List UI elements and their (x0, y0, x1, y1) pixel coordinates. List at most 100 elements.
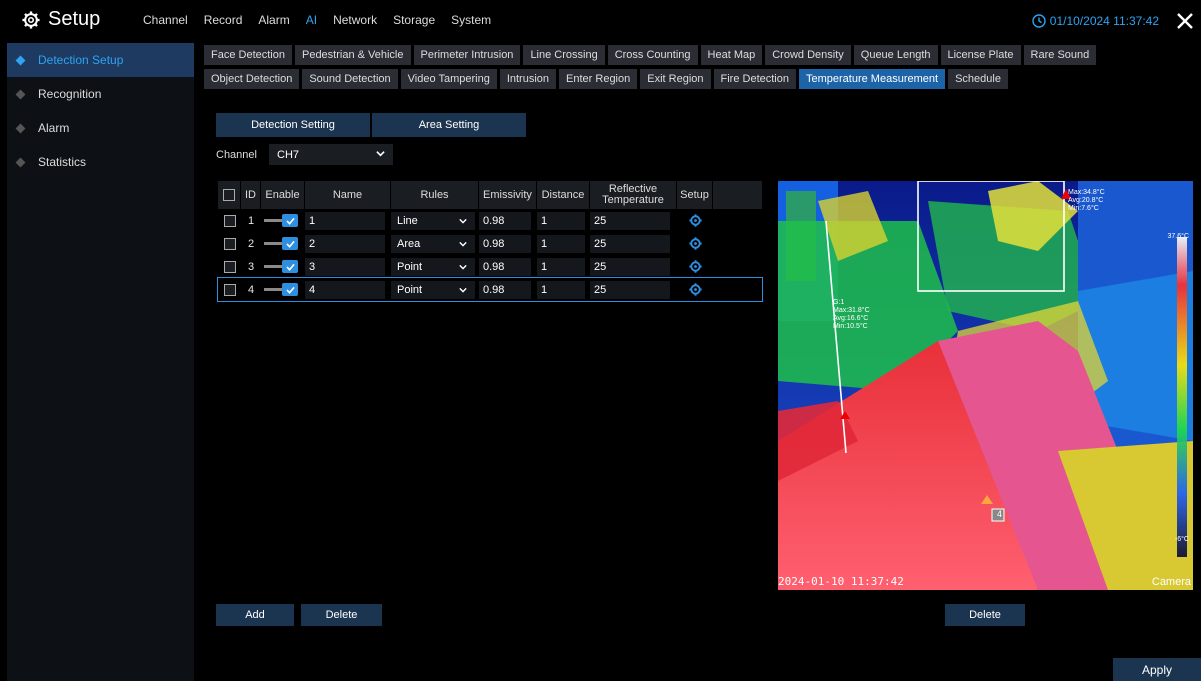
name-input[interactable]: 1 (305, 211, 385, 230)
close-icon[interactable] (1175, 11, 1195, 31)
sidebar-item-alarm[interactable]: Alarm (7, 111, 194, 145)
setup-gear-icon[interactable] (688, 237, 702, 250)
menu-record[interactable]: Record (204, 13, 243, 27)
row-enable (261, 278, 305, 301)
sidebar-item-label: Statistics (38, 155, 87, 169)
setup-gear-icon[interactable] (688, 283, 702, 296)
tab-face-detection[interactable]: Face Detection (204, 45, 292, 65)
rules-select[interactable]: Point (391, 280, 475, 299)
tab-temperature-measurement[interactable]: Temperature Measurement (799, 69, 946, 89)
select-all-checkbox[interactable] (223, 189, 235, 201)
emissivity-input[interactable]: 0.98 (479, 234, 531, 253)
table-row[interactable]: 3 3 Point 0.98 1 25 (218, 255, 762, 278)
tab-queue-length[interactable]: Queue Length (853, 45, 938, 65)
tab-video-tampering[interactable]: Video Tampering (400, 69, 497, 89)
tab-fire-detection[interactable]: Fire Detection (713, 69, 796, 89)
emissivity-input[interactable]: 0.98 (479, 257, 531, 276)
menu-alarm[interactable]: Alarm (258, 13, 289, 27)
row-checkbox[interactable] (223, 283, 236, 296)
reflective-temperature-input[interactable]: 25 (590, 280, 670, 299)
tab-line-crossing[interactable]: Line Crossing (523, 45, 605, 65)
row-checkbox[interactable] (223, 260, 236, 273)
distance-input[interactable]: 1 (537, 257, 585, 276)
check-icon (285, 263, 295, 271)
subtab-area-setting[interactable]: Area Setting (372, 113, 526, 137)
enable-toggle[interactable] (264, 283, 302, 296)
name-input[interactable]: 4 (305, 280, 385, 299)
table-row[interactable]: 4 4 Point 0.98 1 25 (217, 277, 763, 302)
tab-rare-sound[interactable]: Rare Sound (1023, 45, 1097, 65)
rules-select[interactable]: Point (391, 257, 475, 276)
tab-schedule[interactable]: Schedule (948, 69, 1008, 89)
row-setup-cell (677, 209, 713, 232)
delete-button[interactable]: Delete (301, 604, 382, 626)
menu-system[interactable]: System (451, 13, 491, 27)
subtab-detection-setting[interactable]: Detection Setting (216, 113, 370, 137)
name-input[interactable]: 2 (305, 234, 385, 253)
apply-button[interactable]: Apply (1113, 658, 1201, 681)
tab-intrusion[interactable]: Intrusion (499, 69, 557, 89)
rules-value: Area (397, 237, 421, 250)
check-icon (285, 240, 295, 248)
image-delete-button[interactable]: Delete (945, 604, 1025, 626)
row-checkbox[interactable] (223, 214, 236, 227)
emissivity-input[interactable]: 0.98 (479, 211, 531, 230)
reflective-temperature-input[interactable]: 25 (590, 234, 670, 253)
enable-toggle[interactable] (264, 214, 302, 227)
rules-select[interactable]: Area (391, 234, 475, 253)
rules-value: Point (397, 283, 423, 296)
check-icon (285, 217, 295, 225)
area-avg: Avg:20.8°C (1068, 197, 1104, 204)
name-input[interactable]: 3 (305, 257, 385, 276)
channel-select[interactable]: CH7 (269, 144, 393, 165)
distance-input[interactable]: 1 (537, 280, 585, 299)
table-row[interactable]: 2 2 Area 0.98 1 25 (218, 232, 762, 255)
reflective-temperature-input[interactable]: 25 (590, 257, 670, 276)
tab-exit-region[interactable]: Exit Region (640, 69, 711, 89)
emissivity-input[interactable]: 0.98 (479, 280, 531, 299)
tab-enter-region[interactable]: Enter Region (559, 69, 638, 89)
menu-channel[interactable]: Channel (143, 13, 188, 27)
tab-cross-counting[interactable]: Cross Counting (607, 45, 698, 65)
chevron-down-icon (459, 287, 467, 293)
setup-gear-icon[interactable] (688, 260, 702, 273)
row-rules-cell: Area (391, 232, 479, 255)
main-panel: Face Detection Pedestrian & Vehicle Peri… (198, 43, 1201, 681)
settings-subtabs: Detection Setting Area Setting (216, 113, 526, 137)
menu-storage[interactable]: Storage (393, 13, 435, 27)
row-checkbox[interactable] (223, 237, 236, 250)
tab-sound-detection[interactable]: Sound Detection (302, 69, 398, 89)
row-rules-cell: Point (391, 278, 479, 301)
tab-perimeter-intrusion[interactable]: Perimeter Intrusion (413, 45, 521, 65)
tab-crowd-density[interactable]: Crowd Density (765, 45, 851, 65)
row-enable (261, 232, 305, 255)
tab-license-plate[interactable]: License Plate (940, 45, 1021, 65)
thermal-preview[interactable]: 4 Max:34.8°C Avg:20.8°C Min:7.6°C G:1 Ma… (778, 181, 1193, 590)
row-reflective-cell: 25 (590, 209, 677, 232)
reflective-temperature-input[interactable]: 25 (590, 211, 670, 230)
tab-pedestrian-vehicle[interactable]: Pedestrian & Vehicle (294, 45, 411, 65)
area-max: Max:34.8°C (1068, 189, 1105, 196)
enable-toggle[interactable] (264, 260, 302, 273)
setup-gear-icon[interactable] (688, 214, 702, 227)
tab-heat-map[interactable]: Heat Map (700, 45, 763, 65)
distance-input[interactable]: 1 (537, 234, 585, 253)
point-marker-label: 4 (997, 509, 1003, 519)
enable-toggle[interactable] (264, 237, 302, 250)
table-row[interactable]: 1 1 Line 0.98 1 25 (218, 209, 762, 232)
sidebar-item-statistics[interactable]: Statistics (7, 145, 194, 179)
row-rules-cell: Line (391, 209, 479, 232)
tab-object-detection[interactable]: Object Detection (204, 69, 300, 89)
rules-select[interactable]: Line (391, 211, 475, 230)
header-id: ID (241, 181, 261, 209)
distance-input[interactable]: 1 (537, 211, 585, 230)
row-select (218, 209, 241, 232)
menu-ai[interactable]: AI (306, 13, 317, 27)
top-bar: Setup Channel Record Alarm AI Network St… (0, 0, 1201, 40)
menu-network[interactable]: Network (333, 13, 377, 27)
add-button[interactable]: Add (216, 604, 294, 626)
chevron-down-icon (459, 218, 467, 224)
sidebar-item-detection-setup[interactable]: Detection Setup (7, 43, 194, 77)
sidebar-item-recognition[interactable]: Recognition (7, 77, 194, 111)
row-select (218, 255, 241, 278)
